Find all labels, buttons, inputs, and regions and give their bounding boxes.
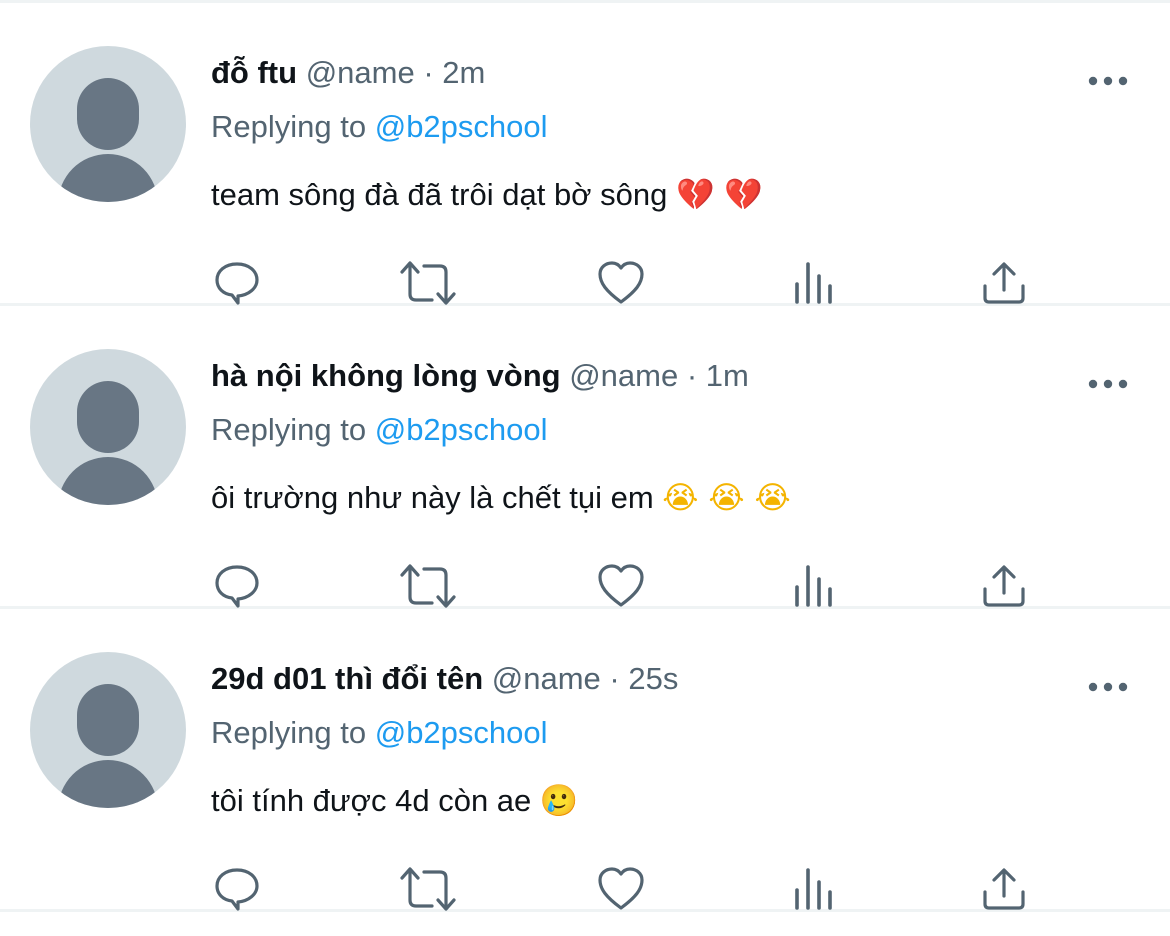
tweet-actions [211,556,1111,616]
reply-icon [215,262,259,305]
views-icon [795,565,832,607]
reply-target-link[interactable]: @b2pschool [375,412,548,447]
tweet-item[interactable]: hà nội không lòng vòng @name · 1m Replyi… [0,306,1170,608]
tweet-actions [211,253,1111,313]
avatar[interactable] [30,349,186,505]
timestamp[interactable]: 1m [706,358,749,393]
user-handle[interactable]: @name [569,358,678,393]
replying-to: Replying to @b2pschool [211,410,548,450]
views-button[interactable] [783,859,843,919]
views-button[interactable] [783,253,843,313]
tweet-text-body: tôi tính được 4d còn ae [211,783,532,818]
tweet-item[interactable]: đỗ ftu @name · 2m Replying to @b2pschool… [0,3,1170,305]
tweet-header: 29d d01 thì đổi tên @name · 25s [211,659,678,699]
retweet-button[interactable] [398,253,458,313]
avatar[interactable] [30,46,186,202]
reply-icon [215,565,259,608]
display-name[interactable]: 29d d01 thì đổi tên [211,661,483,696]
more-horizontal-icon [1088,379,1128,389]
more-options-button[interactable] [1080,368,1136,400]
share-button[interactable] [974,253,1034,313]
reply-target-link[interactable]: @b2pschool [375,715,548,750]
replying-to: Replying to @b2pschool [211,713,548,753]
avatar-head [77,684,139,756]
tweet-header: đỗ ftu @name · 2m [211,53,485,93]
like-button[interactable] [591,556,651,616]
tweet-text-body: ôi trường như này là chết tụi em [211,480,654,515]
avatar[interactable] [30,652,186,808]
heart-icon [598,867,644,910]
tweet-text-body: team sông đà đã trôi dạt bờ sông [211,177,668,212]
share-icon [983,868,1025,910]
tweet-text: ôi trường như này là chết tụi em 😭 😭 😭 [211,478,791,518]
timestamp[interactable]: 25s [628,661,678,696]
reply-button[interactable] [207,253,267,313]
tweet-feed: đỗ ftu @name · 2m Replying to @b2pschool… [0,0,1170,912]
retweet-icon [400,867,456,911]
replying-to-label: Replying to [211,109,367,144]
share-icon [983,565,1025,607]
retweet-button[interactable] [398,859,458,919]
replying-to-label: Replying to [211,715,367,750]
broken-heart-emoji: 💔 💔 [675,177,764,213]
timestamp[interactable]: 2m [442,55,485,90]
user-handle[interactable]: @name [492,661,601,696]
reply-button[interactable] [207,859,267,919]
retweet-button[interactable] [398,556,458,616]
replying-to: Replying to @b2pschool [211,107,548,147]
display-name[interactable]: đỗ ftu [211,55,297,90]
retweet-icon [400,564,456,608]
crying-face-emoji: 😭 😭 😭 [662,480,791,516]
avatar-shoulders [58,760,158,808]
reply-icon [215,868,259,911]
avatar-head [77,78,139,150]
tweet-actions [211,859,1111,919]
share-button[interactable] [974,556,1034,616]
more-options-button[interactable] [1080,65,1136,97]
more-horizontal-icon [1088,76,1128,86]
share-icon [983,262,1025,304]
views-icon [795,868,832,910]
replying-to-label: Replying to [211,412,367,447]
heart-icon [598,564,644,607]
avatar-shoulders [58,154,158,202]
more-options-button[interactable] [1080,671,1136,703]
user-handle[interactable]: @name [306,55,415,90]
separator-dot: · [423,55,434,90]
more-horizontal-icon [1088,682,1128,692]
tweet-item[interactable]: 29d d01 thì đổi tên @name · 25s Replying… [0,609,1170,911]
views-button[interactable] [783,556,843,616]
reply-target-link[interactable]: @b2pschool [375,109,548,144]
share-button[interactable] [974,859,1034,919]
avatar-shoulders [58,457,158,505]
views-icon [795,262,832,304]
display-name[interactable]: hà nội không lòng vòng [211,358,561,393]
tweet-text: team sông đà đã trôi dạt bờ sông 💔 💔 [211,175,763,215]
tweet-header: hà nội không lòng vòng @name · 1m [211,356,749,396]
avatar-head [77,381,139,453]
heart-icon [598,261,644,304]
separator-dot: · [609,661,620,696]
like-button[interactable] [591,253,651,313]
reply-button[interactable] [207,556,267,616]
like-button[interactable] [591,859,651,919]
retweet-icon [400,261,456,305]
smiling-tear-emoji: 🥲 [539,783,579,819]
tweet-text: tôi tính được 4d còn ae 🥲 [211,781,579,821]
separator-dot: · [686,358,698,393]
